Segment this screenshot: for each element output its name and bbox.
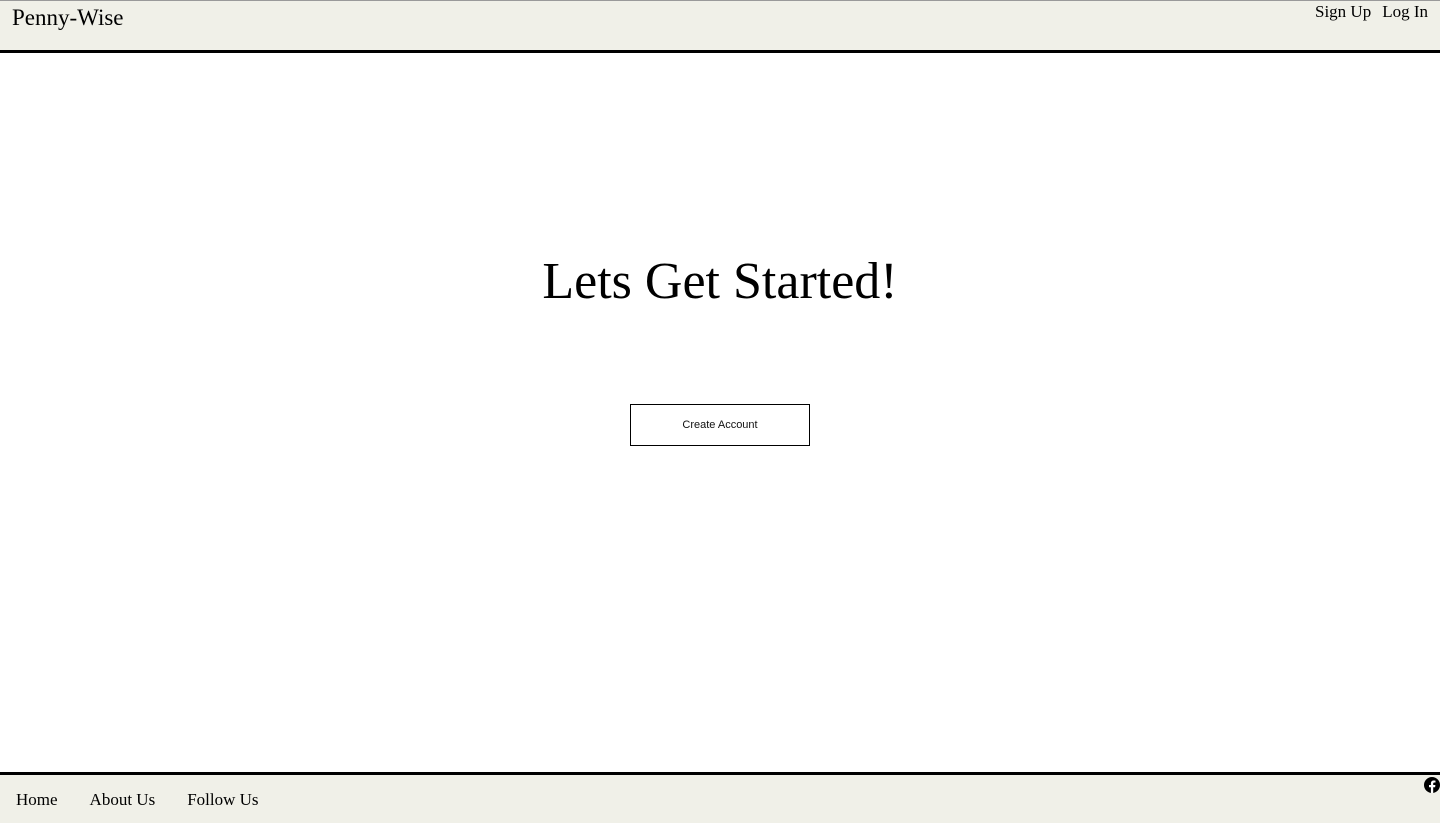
log-in-link[interactable]: Log In: [1382, 1, 1428, 23]
top-nav-bar: Penny-Wise Sign Up Log In: [0, 0, 1440, 53]
footer-follow-us-link[interactable]: Follow Us: [187, 789, 258, 811]
sign-up-link[interactable]: Sign Up: [1315, 1, 1371, 23]
brand-logo[interactable]: Penny-Wise: [12, 4, 124, 32]
create-account-button[interactable]: Create Account: [630, 404, 810, 446]
footer-home-link[interactable]: Home: [16, 789, 58, 811]
page-title: Lets Get Started!: [542, 253, 898, 310]
top-nav-links: Sign Up Log In: [1315, 1, 1428, 23]
footer-links: Home About Us Follow Us: [16, 789, 259, 811]
footer-bar: Home About Us Follow Us: [0, 772, 1440, 823]
facebook-icon[interactable]: [1424, 777, 1440, 793]
footer-about-us-link[interactable]: About Us: [90, 789, 156, 811]
